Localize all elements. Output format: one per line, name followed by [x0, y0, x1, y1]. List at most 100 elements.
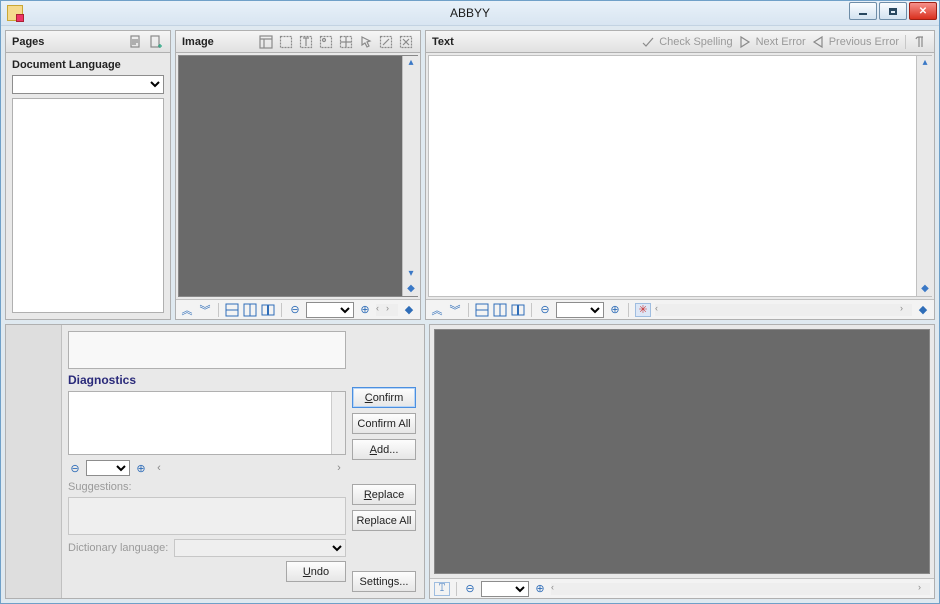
text-collapse-up-icon[interactable]: ︽ [430, 303, 444, 317]
close-button[interactable] [909, 2, 937, 20]
text-zoom-in-icon[interactable]: ⊕ [608, 303, 622, 317]
upper-row: Pages Document Language Image [5, 30, 935, 320]
image-hscroll[interactable]: ‹› [376, 304, 398, 316]
add-page-icon[interactable] [148, 34, 164, 50]
diag-scroll-left-icon[interactable]: ‹ [152, 461, 166, 475]
titlebar: ABBYY [1, 1, 939, 26]
image-view[interactable]: ▴▾◆ [178, 55, 418, 297]
dictionary-language-label: Dictionary language: [68, 542, 168, 554]
text-view[interactable]: ▴◆ [428, 55, 932, 297]
pilcrow-icon[interactable] [912, 34, 928, 50]
diagnostics-zoom-select[interactable] [86, 460, 130, 476]
image-zoom-select[interactable] [306, 302, 354, 318]
pages-list[interactable] [12, 98, 164, 313]
diagnostics-buttons: Confirm Confirm All Add... Replace Repla… [352, 331, 418, 592]
replace-button[interactable]: Replace [352, 484, 416, 505]
preview-strip: 𝚃 ⊖ ⊕ ‹› [430, 578, 934, 598]
lower-row: Diagnostics ⊖ ⊕ ‹ › Suggestions: [5, 324, 935, 599]
window-title: ABBYY [450, 6, 490, 20]
delete-area-icon[interactable] [398, 34, 414, 50]
add-button[interactable]: Add... [352, 439, 416, 460]
text-strip: ︽ ︾ ⊖ ⊕ ✳ ‹› ◆ [426, 299, 934, 319]
previous-error-icon [810, 34, 826, 50]
dictionary-icon[interactable]: ✳ [635, 303, 651, 317]
pages-title: Pages [12, 36, 44, 48]
draw-table-area-icon[interactable] [338, 34, 354, 50]
text-hscroll[interactable]: ‹› [655, 304, 912, 316]
pages-body: Document Language [6, 53, 170, 319]
preview-zoom-select[interactable] [481, 581, 529, 597]
diag-zoom-out-icon[interactable]: ⊖ [68, 461, 82, 475]
app-window: ABBYY Pages Document Language [0, 0, 940, 604]
new-page-icon[interactable] [128, 34, 144, 50]
diagnostics-zoom-strip: ⊖ ⊕ ‹ › [68, 459, 346, 477]
diag-zoom-in-icon[interactable]: ⊕ [134, 461, 148, 475]
dictionary-language-select[interactable] [174, 539, 346, 557]
text-fit-width-icon[interactable] [475, 303, 489, 317]
diagnostics-editor-vscroll[interactable] [331, 392, 345, 454]
confirm-button[interactable]: Confirm [352, 387, 416, 408]
next-error-icon [737, 34, 753, 50]
text-vscroll[interactable]: ▴◆ [916, 56, 932, 296]
suggestions-list[interactable] [68, 497, 346, 535]
preview-zoom-out-icon[interactable]: ⊖ [463, 582, 477, 596]
preview-hscroll[interactable]: ‹› [551, 583, 930, 595]
two-page-icon[interactable] [261, 303, 275, 317]
pages-header: Pages [6, 31, 170, 53]
draw-area-icon[interactable] [278, 34, 294, 50]
fit-width-icon[interactable] [225, 303, 239, 317]
diagnostics-input[interactable] [68, 331, 346, 369]
dictionary-language-row: Dictionary language: [68, 539, 346, 557]
eraser-area-icon[interactable] [378, 34, 394, 50]
draw-picture-area-icon[interactable] [318, 34, 334, 50]
document-language-select[interactable] [12, 75, 164, 94]
text-header: Text Check Spelling Next Error Previous … [426, 31, 934, 53]
fit-page-icon[interactable] [243, 303, 257, 317]
image-header: Image [176, 31, 420, 53]
check-spelling-button[interactable]: Check Spelling [640, 34, 732, 50]
preview-panel: 𝚃 ⊖ ⊕ ‹› [429, 324, 935, 599]
minimize-button[interactable] [849, 2, 877, 20]
suggestions-label: Suggestions: [68, 481, 346, 493]
replace-all-button[interactable]: Replace All [352, 510, 416, 531]
strip-diamond-icon[interactable]: ◆ [402, 303, 416, 317]
confirm-all-button[interactable]: Confirm All [352, 413, 416, 434]
zoom-out-icon[interactable]: ⊖ [288, 303, 302, 317]
text-expand-down-icon[interactable]: ︾ [448, 303, 462, 317]
preview-zoom-in-icon[interactable]: ⊕ [533, 582, 547, 596]
diagnostics-left: Diagnostics ⊖ ⊕ ‹ › Suggestions: [68, 331, 346, 592]
previous-error-label: Previous Error [829, 36, 899, 48]
pages-panel: Pages Document Language [5, 30, 171, 320]
diagnostics-title: Diagnostics [68, 373, 346, 387]
previous-error-button[interactable]: Previous Error [810, 34, 899, 50]
preview-view[interactable] [434, 329, 930, 574]
text-fit-page-icon[interactable] [493, 303, 507, 317]
diagnostics-editor[interactable] [68, 391, 346, 455]
client-area: Pages Document Language Image [1, 26, 939, 603]
pointer-icon[interactable] [358, 34, 374, 50]
draw-text-area-icon[interactable] [298, 34, 314, 50]
image-vscroll[interactable]: ▴▾◆ [402, 56, 418, 296]
text-two-page-icon[interactable] [511, 303, 525, 317]
expand-down-icon[interactable]: ︾ [198, 303, 212, 317]
diagnostics-body: Diagnostics ⊖ ⊕ ‹ › Suggestions: [62, 325, 424, 598]
zoom-in-icon[interactable]: ⊕ [358, 303, 372, 317]
window-controls [849, 2, 937, 20]
text-zoom-out-icon[interactable]: ⊖ [538, 303, 552, 317]
collapse-up-icon[interactable]: ︽ [180, 303, 194, 317]
text-zoom-select[interactable] [556, 302, 604, 318]
text-mode-icon[interactable]: 𝚃 [434, 582, 450, 596]
check-spelling-label: Check Spelling [659, 36, 732, 48]
diagnostics-tabs[interactable] [6, 325, 62, 598]
settings-button[interactable]: Settings... [352, 571, 416, 592]
text-strip-diamond-icon[interactable]: ◆ [916, 303, 930, 317]
undo-button[interactable]: Undo [286, 561, 346, 582]
diag-scroll-right-icon[interactable]: › [332, 461, 346, 475]
layout-icon[interactable] [258, 34, 274, 50]
next-error-button[interactable]: Next Error [737, 34, 806, 50]
maximize-button[interactable] [879, 2, 907, 20]
next-error-label: Next Error [756, 36, 806, 48]
image-panel: Image ▴▾◆ ︽ [175, 30, 421, 320]
image-strip: ︽ ︾ ⊖ ⊕ ‹› ◆ [176, 299, 420, 319]
text-title: Text [432, 36, 454, 48]
